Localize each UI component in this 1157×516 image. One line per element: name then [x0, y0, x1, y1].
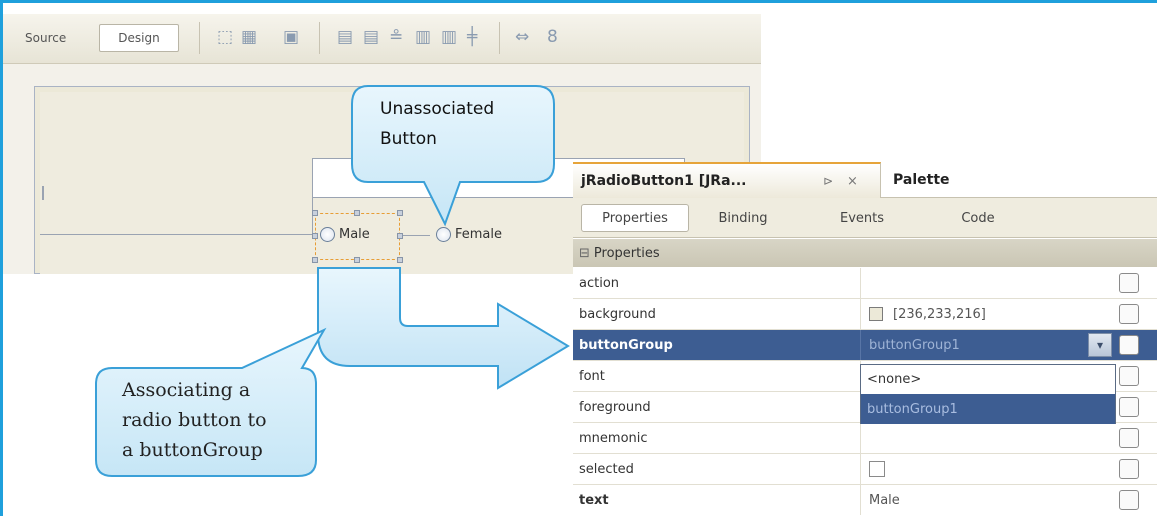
- center-vertically-icon[interactable]: ╪: [467, 26, 477, 48]
- align-top-icon[interactable]: ▥: [415, 26, 431, 48]
- collapse-icon[interactable]: ⊟: [579, 246, 590, 261]
- align-bottom-icon[interactable]: ▥: [441, 26, 457, 48]
- property-value[interactable]: buttonGroup1: [860, 330, 1118, 360]
- property-value-text: Male: [869, 492, 900, 508]
- design-tab[interactable]: Design: [99, 24, 179, 52]
- change-horizontal-resizability-icon[interactable]: ⇔: [515, 26, 529, 48]
- property-editor-button[interactable]: [1119, 304, 1139, 324]
- property-row-mnemonic[interactable]: mnemonic: [573, 423, 1157, 454]
- properties-group-header[interactable]: ⊟ Properties: [573, 239, 1157, 267]
- property-value[interactable]: [236,233,216]: [860, 299, 1118, 329]
- color-swatch-icon: [869, 307, 883, 321]
- source-tab[interactable]: Source: [25, 24, 77, 52]
- property-value-text: buttonGroup1: [869, 337, 960, 353]
- callout-line: Button: [380, 129, 437, 149]
- tab-code[interactable]: Code: [953, 204, 1003, 232]
- association-arrow: [317, 267, 570, 390]
- callout-line: Unassociated: [380, 99, 495, 119]
- property-row-action[interactable]: action: [573, 268, 1157, 299]
- property-row-buttongroup[interactable]: buttonGroup buttonGroup1 ▾: [573, 330, 1157, 361]
- property-name: background: [579, 306, 656, 322]
- radio-circle-icon: [320, 227, 335, 242]
- properties-window-tab[interactable]: jRadioButton1 [JRa... ⊳ ×: [573, 162, 881, 198]
- tab-properties[interactable]: Properties: [581, 204, 689, 232]
- center-horizontally-icon[interactable]: ≗: [389, 26, 403, 48]
- properties-panel: jRadioButton1 [JRa... ⊳ × Palette Proper…: [573, 162, 1157, 516]
- designer-toolbar: Source Design ⬚ ▦ ▣ ▤ ▤ ≗ ▥ ▥ ╪ ⇔ 8: [3, 14, 761, 64]
- property-name: font: [579, 368, 605, 384]
- close-icon[interactable]: ×: [847, 174, 858, 189]
- property-name: selected: [579, 461, 634, 477]
- property-value[interactable]: [860, 268, 1118, 298]
- connection-mode-icon[interactable]: ▦: [241, 26, 257, 48]
- frame-top-border: [0, 0, 1157, 3]
- alignment-guide: [312, 198, 313, 234]
- chevron-down-icon[interactable]: ▾: [1088, 333, 1112, 357]
- properties-tab-bar: Properties Binding Events Code: [573, 198, 1157, 238]
- property-row-background[interactable]: background [236,233,216]: [573, 299, 1157, 330]
- property-editor-button[interactable]: [1119, 490, 1139, 510]
- tab-events[interactable]: Events: [829, 204, 895, 232]
- maximize-icon[interactable]: ⊳: [823, 174, 833, 188]
- callout-line: radio button to: [122, 409, 267, 431]
- toolbar-separator: [199, 22, 200, 54]
- panel-title-bar: jRadioButton1 [JRa... ⊳ × Palette: [573, 162, 1157, 198]
- resize-handle[interactable]: [312, 233, 318, 239]
- unassociated-callout-text: Unassociated Button: [380, 94, 494, 154]
- property-editor-button[interactable]: [1119, 459, 1139, 479]
- selected-checkbox[interactable]: [869, 461, 885, 477]
- property-editor-button[interactable]: [1119, 366, 1139, 386]
- callout-line: Associating a: [122, 379, 251, 401]
- property-editor-button[interactable]: [1119, 428, 1139, 448]
- resize-handle[interactable]: [312, 210, 318, 216]
- property-name: action: [579, 275, 620, 291]
- property-editor-button[interactable]: [1119, 335, 1139, 355]
- associating-callout-text: Associating a radio button to a buttonGr…: [122, 375, 267, 465]
- toolbar-separator: [499, 22, 500, 54]
- tab-binding[interactable]: Binding: [707, 204, 779, 232]
- property-name: buttonGroup: [579, 337, 673, 353]
- change-vertical-resizability-icon[interactable]: 8: [547, 26, 558, 48]
- property-row-text[interactable]: text Male: [573, 485, 1157, 516]
- align-right-icon[interactable]: ▤: [363, 26, 379, 48]
- dropdown-option-buttongroup1[interactable]: buttonGroup1: [861, 394, 1115, 424]
- preview-design-icon[interactable]: ▣: [283, 26, 299, 48]
- property-value[interactable]: [860, 423, 1118, 453]
- alignment-guide: [40, 234, 315, 235]
- dropdown-option-none[interactable]: <none>: [861, 365, 1115, 394]
- property-name: foreground: [579, 399, 651, 415]
- group-label: Properties: [593, 245, 660, 261]
- property-name: text: [579, 492, 609, 508]
- property-value-text: [236,233,216]: [893, 306, 986, 322]
- selection-mode-icon[interactable]: ⬚: [217, 26, 233, 48]
- property-value[interactable]: [860, 454, 1118, 484]
- alignment-guide: [42, 186, 44, 200]
- toolbar-separator: [319, 22, 320, 54]
- property-editor-button[interactable]: [1119, 397, 1139, 417]
- property-editor-button[interactable]: [1119, 273, 1139, 293]
- panel-title: jRadioButton1 [JRa...: [581, 173, 747, 189]
- align-left-icon[interactable]: ▤: [337, 26, 353, 48]
- property-name: mnemonic: [579, 430, 648, 446]
- property-value[interactable]: Male: [860, 485, 1118, 515]
- palette-tab[interactable]: Palette: [893, 162, 950, 198]
- callout-line: a buttonGroup: [122, 439, 263, 461]
- property-row-selected[interactable]: selected: [573, 454, 1157, 485]
- buttongroup-dropdown-list: <none> buttonGroup1: [860, 364, 1116, 424]
